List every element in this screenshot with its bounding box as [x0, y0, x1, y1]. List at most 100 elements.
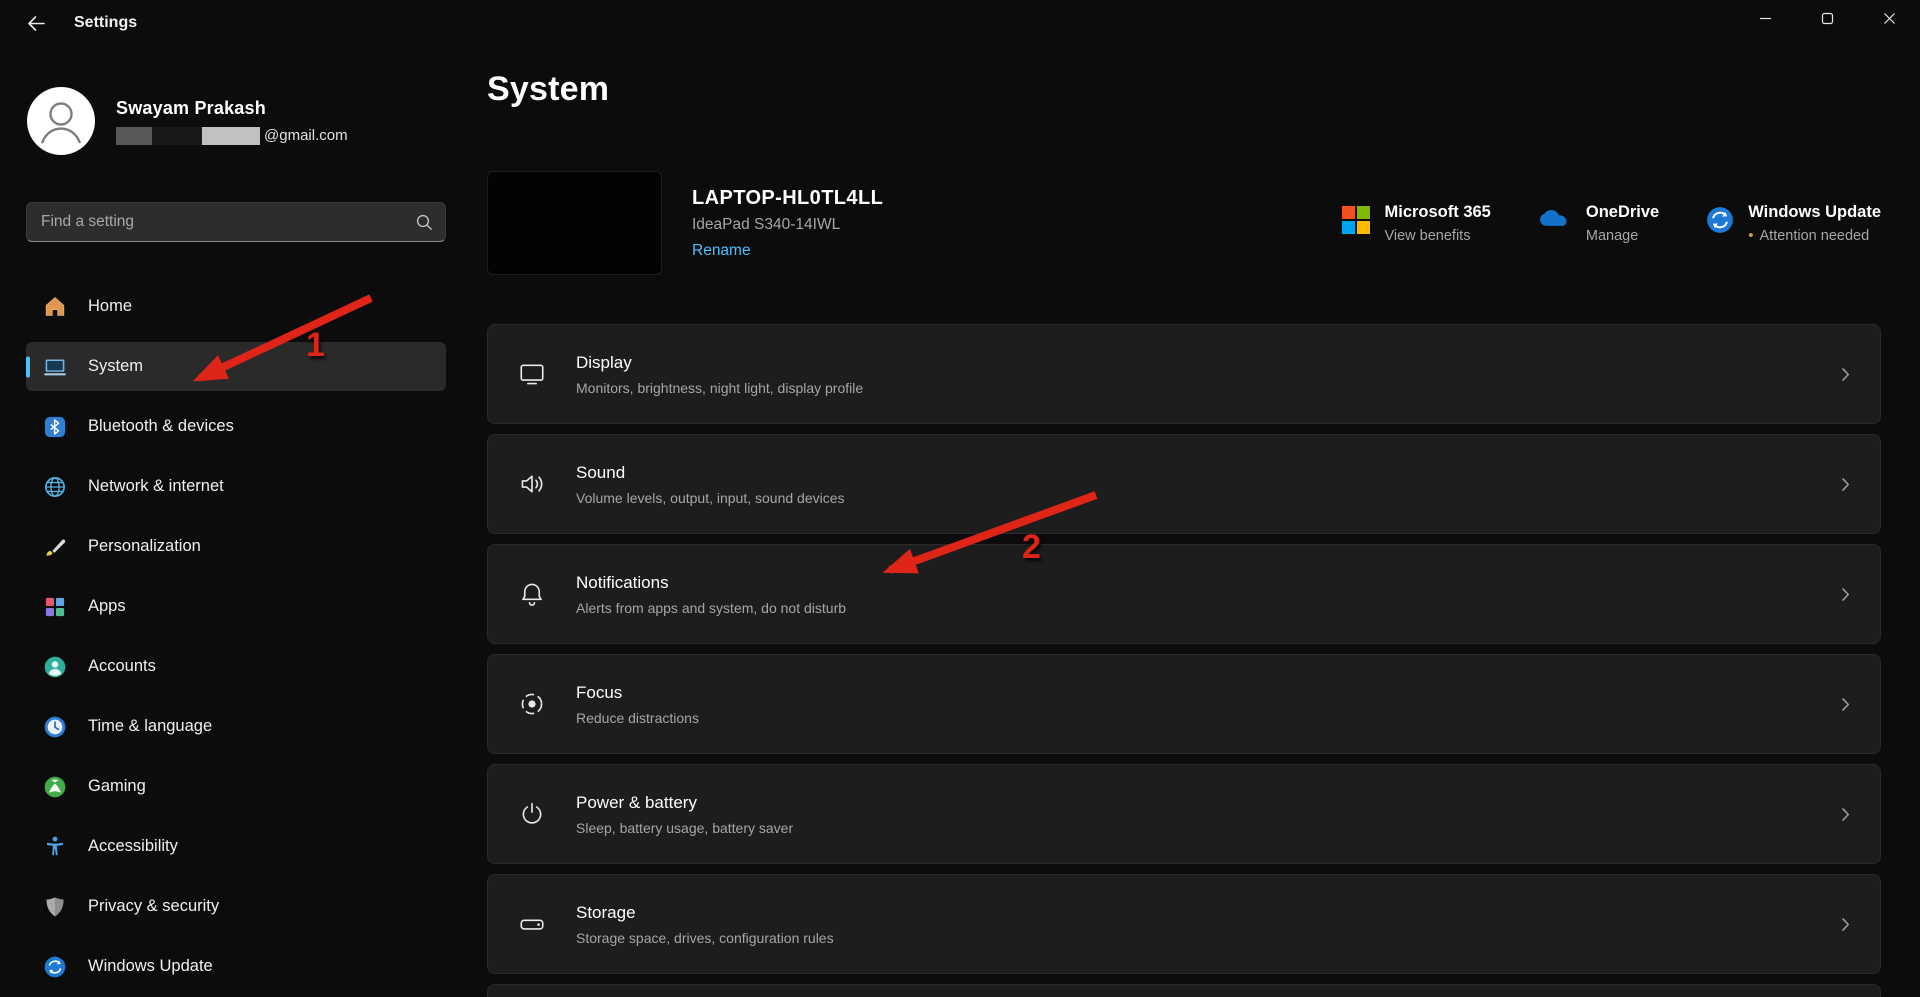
sidebar-item-home[interactable]: Home — [26, 282, 446, 331]
quick-link-action[interactable]: •Attention needed — [1748, 228, 1881, 244]
onedrive-icon — [1537, 205, 1573, 244]
sidebar-item-system[interactable]: System — [26, 342, 446, 391]
card-subtitle: Storage space, drives, configuration rul… — [576, 930, 834, 946]
sidebar-item-label: Windows Update — [88, 957, 213, 976]
user-email-domain: @gmail.com — [264, 127, 348, 144]
device-info: LAPTOP-HL0TL4LL IdeaPad S340-14IWL Renam… — [692, 187, 883, 260]
sidebar-item-label: Personalization — [88, 537, 201, 556]
sidebar-item-label: Apps — [88, 597, 126, 616]
quick-link-onedrive[interactable]: OneDrive Manage — [1537, 203, 1659, 244]
time-icon — [42, 715, 68, 739]
quick-link-title: Windows Update — [1748, 203, 1881, 222]
settings-card-power-battery[interactable]: Power & battery Sleep, battery usage, bat… — [487, 764, 1881, 864]
card-subtitle: Monitors, brightness, night light, displ… — [576, 380, 863, 396]
sidebar-item-label: Privacy & security — [88, 897, 219, 916]
card-title: Display — [576, 353, 863, 373]
avatar — [26, 86, 96, 156]
windows-update-icon — [1705, 205, 1735, 244]
focus-icon — [518, 690, 546, 718]
redacted-email-block — [116, 127, 152, 145]
sidebar-item-label: System — [88, 357, 143, 376]
settings-card-sound[interactable]: SoundVolume levels, output, input, sound… — [487, 434, 1881, 534]
settings-card-display[interactable]: Display Monitors, brightness, night light… — [487, 324, 1881, 424]
user-name: Swayam Prakash — [116, 98, 348, 119]
card-title: Notifications — [576, 573, 846, 593]
sidebar-item-privacy-security[interactable]: Privacy & security — [26, 882, 446, 931]
quick-links: Microsoft 365View benefits OneDrive Manage… — [1341, 203, 1881, 244]
maximize-button[interactable] — [1796, 0, 1858, 46]
card-subtitle: Sleep, battery usage, battery saver — [576, 820, 793, 836]
search-icon[interactable] — [416, 214, 433, 231]
back-button[interactable] — [14, 4, 58, 42]
sound-icon — [518, 470, 546, 498]
sidebar-item-accounts[interactable]: Accounts — [26, 642, 446, 691]
sidebar-item-accessibility[interactable]: Accessibility — [26, 822, 446, 871]
window-controls — [1734, 0, 1920, 46]
main-content: System LAPTOP-HL0TL4LL IdeaPad S340-14IW… — [470, 46, 1920, 997]
sidebar-item-label: Accounts — [88, 657, 156, 676]
back-arrow-icon — [27, 16, 45, 31]
sidebar-item-label: Home — [88, 297, 132, 316]
device-name: LAPTOP-HL0TL4LL — [692, 187, 883, 210]
sidebar-item-personalization[interactable]: Personalization — [26, 522, 446, 571]
card-title: Focus — [576, 683, 699, 703]
chevron-right-icon — [1837, 586, 1854, 603]
card-subtitle: Reduce distractions — [576, 710, 699, 726]
sidebar: Swayam Prakash @gmail.com Home System Blue… — [0, 46, 470, 997]
search-box[interactable] — [26, 202, 446, 242]
quick-link-windows-update[interactable]: Windows Update •Attention needed — [1705, 203, 1881, 244]
maximize-icon — [1821, 12, 1834, 25]
sidebar-nav: Home System Bluetooth & devices Network & i… — [26, 282, 446, 991]
settings-card-partial[interactable] — [487, 984, 1881, 997]
settings-card-focus[interactable]: Focus Reduce distractions — [487, 654, 1881, 754]
sidebar-item-time-language[interactable]: Time & language — [26, 702, 446, 751]
close-button[interactable] — [1858, 0, 1920, 46]
close-icon — [1883, 12, 1896, 25]
privacy-icon — [42, 895, 68, 919]
search-input[interactable] — [41, 213, 416, 231]
page-title: System — [487, 70, 1920, 109]
user-meta: Swayam Prakash @gmail.com — [116, 98, 348, 145]
sidebar-item-network-internet[interactable]: Network & internet — [26, 462, 446, 511]
window-title: Settings — [74, 14, 137, 32]
quick-link-title: OneDrive — [1586, 203, 1659, 222]
titlebar: Settings — [0, 0, 1920, 46]
chevron-right-icon — [1837, 916, 1854, 933]
quick-link-action[interactable]: View benefits — [1384, 228, 1490, 244]
user-profile[interactable]: Swayam Prakash @gmail.com — [26, 86, 446, 156]
accounts-icon — [42, 655, 68, 679]
notifications-icon — [518, 580, 546, 608]
chevron-right-icon — [1837, 366, 1854, 383]
sidebar-item-gaming[interactable]: Gaming — [26, 762, 446, 811]
sidebar-item-label: Accessibility — [88, 837, 178, 856]
settings-card-storage[interactable]: Storage Storage space, drives, configurat… — [487, 874, 1881, 974]
sidebar-item-label: Bluetooth & devices — [88, 417, 234, 436]
sidebar-item-bluetooth-devices[interactable]: Bluetooth & devices — [26, 402, 446, 451]
update-icon — [42, 955, 68, 979]
attention-dot: • — [1748, 228, 1753, 243]
card-title: Power & battery — [576, 793, 793, 813]
card-subtitle: Alerts from apps and system, do not dist… — [576, 600, 846, 616]
sidebar-item-windows-update[interactable]: Windows Update — [26, 942, 446, 991]
settings-window: { "window": { "title": "Settings" }, "us… — [0, 0, 1920, 997]
home-icon — [42, 295, 68, 319]
sidebar-item-apps[interactable]: Apps — [26, 582, 446, 631]
device-header: LAPTOP-HL0TL4LL IdeaPad S340-14IWL Renam… — [487, 171, 1881, 275]
user-email: @gmail.com — [116, 127, 348, 145]
quick-link-microsoft-365[interactable]: Microsoft 365View benefits — [1341, 203, 1490, 244]
settings-cards: Display Monitors, brightness, night light… — [487, 324, 1881, 974]
card-title: Storage — [576, 903, 834, 923]
minimize-button[interactable] — [1734, 0, 1796, 46]
card-subtitle: Volume levels, output, input, sound devi… — [576, 490, 845, 506]
quick-link-action[interactable]: Manage — [1586, 228, 1659, 244]
sidebar-item-label: Gaming — [88, 777, 146, 796]
device-model: IdeaPad S340-14IWL — [692, 216, 883, 234]
storage-icon — [518, 910, 546, 938]
network-icon — [42, 475, 68, 499]
system-icon — [42, 355, 68, 379]
settings-card-notifications[interactable]: Notifications Alerts from apps and system… — [487, 544, 1881, 644]
redacted-email-block — [152, 127, 202, 145]
chevron-right-icon — [1837, 476, 1854, 493]
sidebar-item-label: Time & language — [88, 717, 212, 736]
rename-link[interactable]: Rename — [692, 242, 751, 260]
